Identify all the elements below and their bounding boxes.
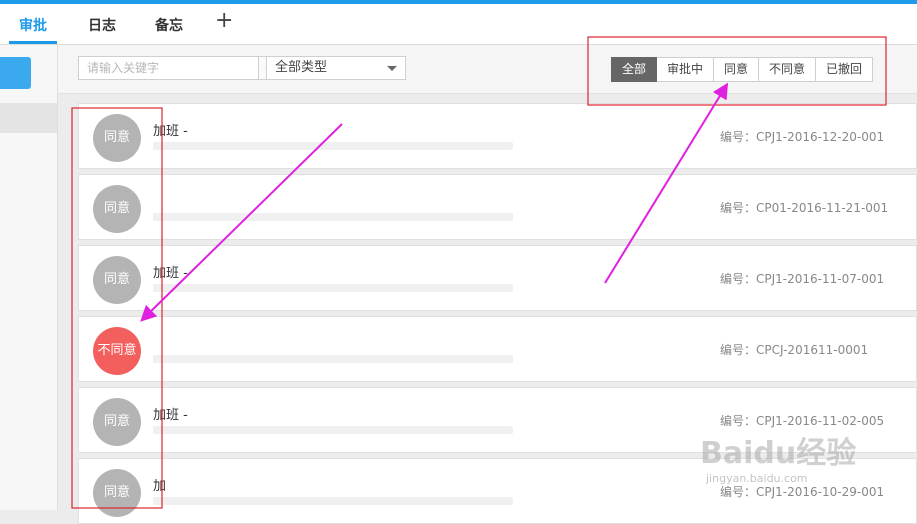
item-summary-blurred bbox=[153, 355, 513, 363]
item-number: 编号：CPJ1-2016-11-02-005 bbox=[720, 414, 885, 428]
tab-log[interactable]: 日志 bbox=[88, 15, 116, 35]
filter-approved-button[interactable]: 同意 bbox=[714, 57, 759, 82]
add-tab-icon[interactable]: + bbox=[215, 8, 233, 33]
list-item[interactable]: 同意 加班 - 编号：CPJ1-2016-11-07-001 bbox=[78, 245, 917, 311]
tab-bar: 审批 日志 备忘 + bbox=[0, 4, 917, 45]
list-item[interactable]: 不同意 编号：CPCJ-201611-0001 bbox=[78, 316, 917, 382]
status-avatar: 同意 bbox=[93, 398, 141, 446]
tab-memo[interactable]: 备忘 bbox=[155, 15, 183, 35]
status-filter-group: 全部 审批中 同意 不同意 已撤回 bbox=[611, 57, 873, 82]
item-number: 编号：CPCJ-201611-0001 bbox=[720, 343, 869, 357]
type-select[interactable]: 全部类型 bbox=[266, 56, 406, 80]
item-title: 加班 - bbox=[153, 124, 188, 139]
status-avatar: 同意 bbox=[93, 256, 141, 304]
item-summary-blurred bbox=[153, 142, 513, 150]
list-item[interactable]: 同意 加班 - 编号：CPJ1-2016-11-02-005 bbox=[78, 387, 917, 453]
status-avatar: 同意 bbox=[93, 114, 141, 162]
sidebar bbox=[0, 45, 58, 510]
item-title: 加班 - bbox=[153, 266, 188, 281]
item-summary-blurred bbox=[153, 426, 513, 434]
search-input[interactable] bbox=[78, 56, 258, 80]
filter-all-button[interactable]: 全部 bbox=[611, 57, 657, 82]
filter-withdrawn-button[interactable]: 已撤回 bbox=[816, 57, 873, 82]
item-title: 加班 - bbox=[153, 408, 188, 423]
item-number: 编号：CPJ1-2016-12-20-001 bbox=[720, 130, 885, 144]
type-select-value: 全部类型 bbox=[275, 60, 328, 75]
sidebar-action-button[interactable] bbox=[0, 57, 31, 89]
list-item[interactable]: 同意 编号：CP01-2016-11-21-001 bbox=[78, 174, 917, 240]
chevron-down-icon bbox=[387, 66, 397, 71]
status-avatar-rejected: 不同意 bbox=[93, 327, 141, 375]
filter-toolbar: 全部类型 全部 审批中 同意 不同意 已撤回 bbox=[58, 45, 917, 94]
sidebar-selected-item[interactable] bbox=[0, 103, 57, 133]
filter-rejected-button[interactable]: 不同意 bbox=[759, 57, 816, 82]
item-summary-blurred bbox=[153, 213, 513, 221]
item-number: 编号：CPJ1-2016-10-29-001 bbox=[720, 485, 885, 499]
item-summary-blurred bbox=[153, 497, 513, 505]
status-avatar: 同意 bbox=[93, 185, 141, 233]
item-number: 编号：CPJ1-2016-11-07-001 bbox=[720, 272, 885, 286]
list-item[interactable]: 同意 加班 - 编号：CPJ1-2016-12-20-001 bbox=[78, 103, 917, 169]
list-item[interactable]: 同意 加 编号：CPJ1-2016-10-29-001 bbox=[78, 458, 917, 524]
item-summary-blurred bbox=[153, 284, 513, 292]
tab-approval[interactable]: 审批 bbox=[19, 15, 47, 35]
item-number: 编号：CP01-2016-11-21-001 bbox=[720, 201, 889, 215]
filter-pending-button[interactable]: 审批中 bbox=[657, 57, 714, 82]
active-tab-indicator bbox=[9, 41, 57, 44]
item-title: 加 bbox=[153, 479, 167, 494]
